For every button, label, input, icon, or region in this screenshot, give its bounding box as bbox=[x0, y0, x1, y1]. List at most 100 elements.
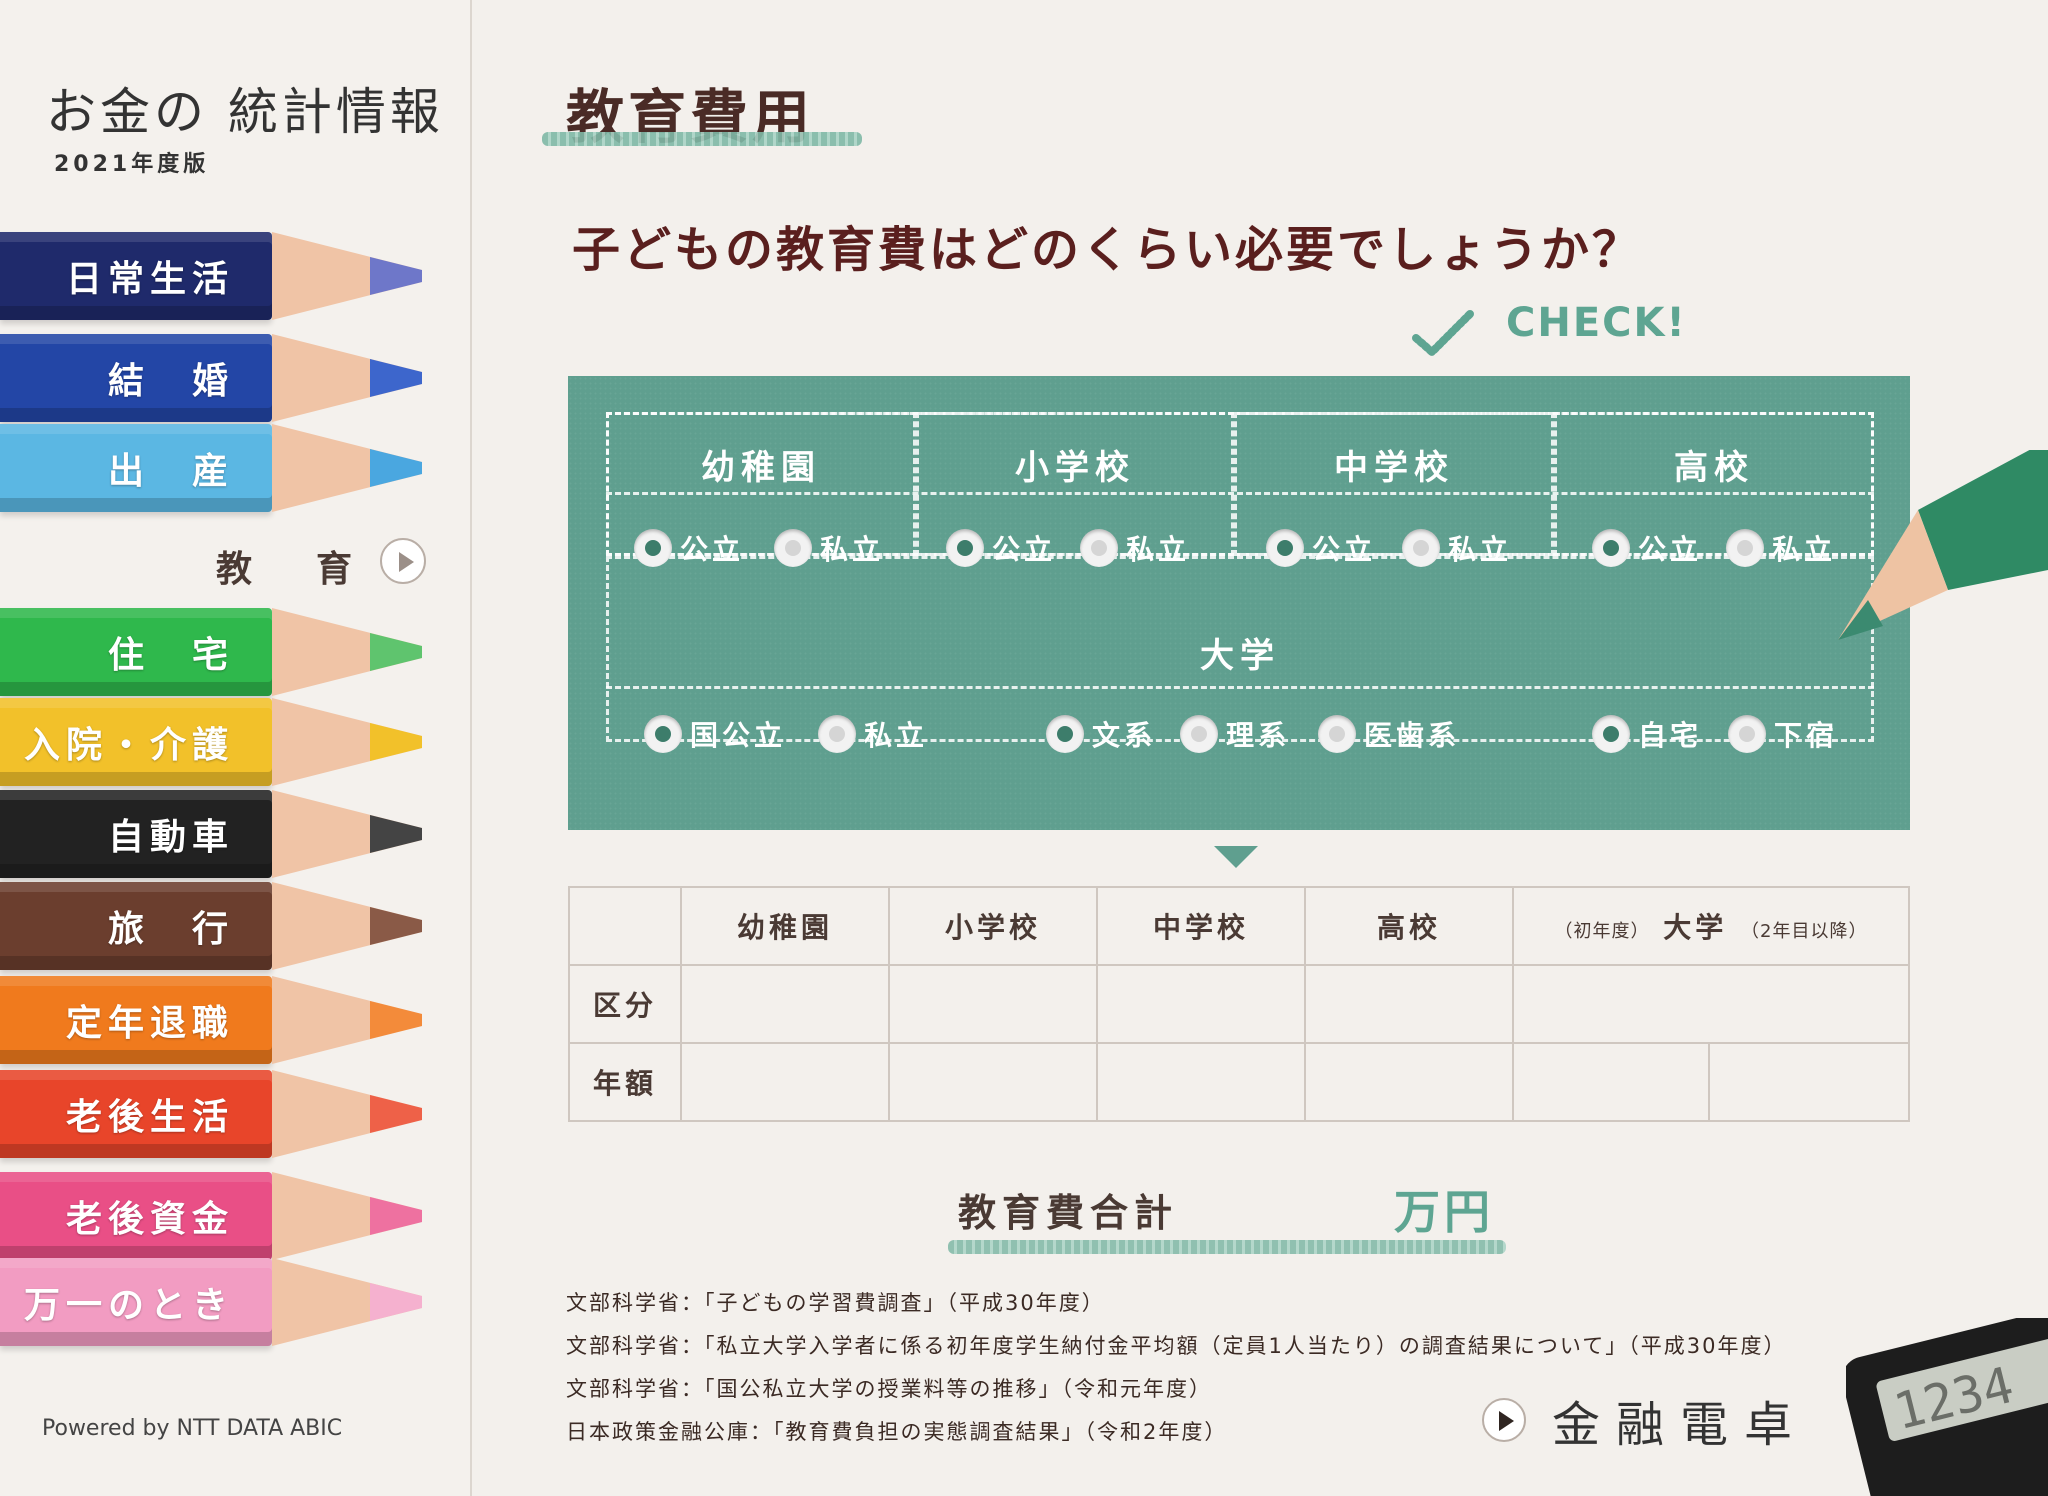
radio-icon bbox=[644, 715, 682, 753]
university-home-radio[interactable]: 自宅 bbox=[1592, 712, 1702, 756]
table-row: 区分 bbox=[568, 964, 1910, 1044]
table-cell bbox=[1096, 1042, 1306, 1122]
radio-icon bbox=[1180, 715, 1218, 753]
pencil-tip-icon bbox=[272, 698, 422, 786]
elementary-label: 小学校 bbox=[1015, 448, 1135, 488]
university-private-radio[interactable]: 私立 bbox=[818, 712, 928, 756]
radio-icon bbox=[1402, 529, 1440, 567]
title-underline bbox=[542, 132, 862, 146]
table-cell bbox=[680, 964, 890, 1044]
school-selection-board: 幼稚園 小学校 中学校 高校 公立 私立 公立 私立 公立 私立 公立 私立 大… bbox=[568, 376, 1910, 830]
row-header-category: 区分 bbox=[568, 964, 682, 1044]
pencil-tip-icon bbox=[272, 1258, 422, 1346]
table-cell bbox=[888, 964, 1098, 1044]
calculator-icon: 1234 bbox=[1846, 1318, 2048, 1496]
pencil-tip-icon bbox=[272, 424, 422, 512]
nav-item-marriage[interactable]: 結 婚 bbox=[0, 334, 430, 422]
total-underline bbox=[948, 1240, 1506, 1254]
nav-item-car[interactable]: 自動車 bbox=[0, 790, 430, 878]
university-medical-dental-radio[interactable]: 医歯系 bbox=[1318, 712, 1460, 756]
table-header-high-school: 高校 bbox=[1304, 886, 1514, 966]
brand-title: お金の 統計情報 bbox=[46, 83, 444, 141]
radio-icon bbox=[1728, 715, 1766, 753]
uni-label: 大学 bbox=[1663, 911, 1728, 944]
nav-item-retirement[interactable]: 定年退職 bbox=[0, 976, 430, 1064]
nav-item-label: 結 婚 bbox=[107, 361, 234, 402]
high-school-label: 高校 bbox=[1674, 448, 1754, 488]
table-header-elementary: 小学校 bbox=[888, 886, 1098, 966]
nav-item-daily-life[interactable]: 日常生活 bbox=[0, 232, 430, 320]
table-cell bbox=[1512, 964, 1910, 1044]
nav-item-housing[interactable]: 住 宅 bbox=[0, 608, 430, 696]
junior-high-private-radio[interactable]: 私立 bbox=[1402, 526, 1512, 570]
table-cell bbox=[1096, 964, 1306, 1044]
pencil-tip-icon bbox=[272, 232, 422, 320]
university-national-public-radio[interactable]: 国公立 bbox=[644, 712, 786, 756]
table-cell bbox=[888, 1042, 1098, 1122]
university-science-radio[interactable]: 理系 bbox=[1180, 712, 1290, 756]
high-school-private-radio[interactable]: 私立 bbox=[1726, 526, 1836, 570]
nav-item-label: 住 宅 bbox=[107, 635, 234, 676]
pencil-tip-icon bbox=[272, 976, 422, 1064]
nav-item-label: 教 育 bbox=[215, 549, 366, 590]
uni-later-years-label: （2年目以降） bbox=[1741, 921, 1868, 942]
nav-item-hospital-care[interactable]: 入院・介護 bbox=[0, 698, 430, 786]
junior-high-label: 中学校 bbox=[1334, 448, 1454, 488]
nav-item-label: 老後資金 bbox=[65, 1199, 234, 1240]
nav-item-label: 入院・介護 bbox=[23, 725, 234, 766]
nav-item-education-current[interactable]: 教 育 bbox=[0, 536, 430, 590]
nav-item-label: 定年退職 bbox=[65, 1003, 234, 1044]
elementary-public-radio[interactable]: 公立 bbox=[946, 526, 1056, 570]
play-icon bbox=[1482, 1398, 1526, 1442]
nav-item-label: 日常生活 bbox=[65, 259, 234, 300]
divider bbox=[606, 492, 1874, 495]
financial-calculator-link[interactable]: 金融電卓 bbox=[1482, 1390, 1808, 1453]
source-item: 文部科学省：「私立大学入学者に係る初年度学生納付金平均額（定員1人当たり）の調査… bbox=[566, 1334, 1787, 1358]
play-icon bbox=[380, 538, 426, 584]
junior-high-public-radio[interactable]: 公立 bbox=[1266, 526, 1376, 570]
nav-item-emergency[interactable]: 万一のとき bbox=[0, 1258, 430, 1346]
green-pencil-icon bbox=[1838, 450, 2048, 640]
kindergarten-public-radio[interactable]: 公立 bbox=[634, 526, 744, 570]
source-item: 文部科学省：「子どもの学習費調査」（平成30年度） bbox=[566, 1291, 1105, 1315]
nav-item-travel[interactable]: 旅 行 bbox=[0, 882, 430, 970]
university-humanities-radio[interactable]: 文系 bbox=[1046, 712, 1156, 756]
nav-item-childbirth[interactable]: 出 産 bbox=[0, 424, 430, 512]
nav-item-label: 出 産 bbox=[107, 451, 234, 492]
university-lodging-radio[interactable]: 下宿 bbox=[1728, 712, 1838, 756]
radio-icon bbox=[1318, 715, 1356, 753]
total-unit: 万円 bbox=[1394, 1185, 1494, 1239]
pencil-tip-icon bbox=[272, 790, 422, 878]
radio-icon bbox=[774, 529, 812, 567]
university-label: 大学 bbox=[1200, 636, 1280, 676]
divider bbox=[606, 686, 1874, 689]
table-cell bbox=[1708, 1042, 1910, 1122]
table-row: 年額 bbox=[568, 1042, 1910, 1122]
nav-item-retired-life[interactable]: 老後生活 bbox=[0, 1070, 430, 1158]
radio-icon bbox=[1046, 715, 1084, 753]
radio-icon bbox=[946, 529, 984, 567]
radio-icon bbox=[1266, 529, 1304, 567]
high-school-public-radio[interactable]: 公立 bbox=[1592, 526, 1702, 570]
elementary-private-radio[interactable]: 私立 bbox=[1080, 526, 1190, 570]
kindergarten-private-radio[interactable]: 私立 bbox=[774, 526, 884, 570]
nav-item-label: 老後生活 bbox=[65, 1097, 234, 1138]
check-label: CHECK! bbox=[1506, 300, 1687, 346]
table-header-kindergarten: 幼稚園 bbox=[680, 886, 890, 966]
radio-icon bbox=[1726, 529, 1764, 567]
table-cell bbox=[1304, 1042, 1514, 1122]
result-table: 幼稚園 小学校 中学校 高校 （初年度） 大学 （2年目以降） 区分 年額 bbox=[568, 886, 1910, 1122]
table-header-university: （初年度） 大学 （2年目以降） bbox=[1512, 886, 1910, 966]
radio-icon bbox=[818, 715, 856, 753]
radio-icon bbox=[1592, 715, 1630, 753]
table-cell bbox=[680, 1042, 890, 1122]
kindergarten-label: 幼稚園 bbox=[701, 448, 821, 488]
checkmark-icon bbox=[1412, 310, 1474, 356]
row-header-annual-amount: 年額 bbox=[568, 1042, 682, 1122]
table-header-junior-high: 中学校 bbox=[1096, 886, 1306, 966]
uni-first-year-label: （初年度） bbox=[1554, 921, 1650, 942]
nav-item-retirement-funds[interactable]: 老後資金 bbox=[0, 1172, 430, 1260]
nav-item-label: 自動車 bbox=[107, 817, 234, 858]
radio-icon bbox=[1592, 529, 1630, 567]
nav-item-label: 万一のとき bbox=[23, 1285, 234, 1326]
